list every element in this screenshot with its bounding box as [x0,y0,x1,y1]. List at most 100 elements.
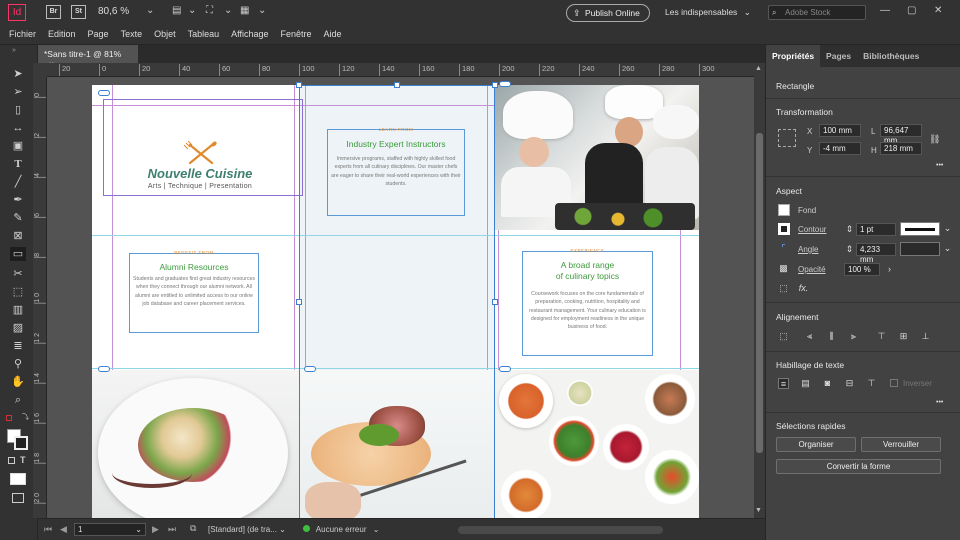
link-icon[interactable] [98,366,110,372]
frame-fitting-icon[interactable]: ⬚ [778,283,789,294]
vertical-ruler[interactable]: 0 2 4 6 8 1 0 1 2 1 4 1 6 1 8 2 0 [33,77,47,518]
rectangle-tool-icon[interactable]: ▭ [10,247,26,261]
scroll-down-icon[interactable]: ▼ [755,507,762,514]
menu-tableau[interactable]: Tableau [182,25,226,44]
selected-rectangle[interactable] [299,85,495,518]
group-button[interactable]: Organiser [776,437,856,452]
pasteboard[interactable]: Nouvelle Cuisine Arts | Technique | Pres… [47,77,754,518]
jump-object-icon[interactable]: ⊟ [844,378,855,389]
align-right-icon[interactable]: ⫸ [848,331,859,342]
selection-tool-icon[interactable]: ➤ [10,67,26,81]
opacity-label[interactable]: Opacité [798,265,826,274]
note-tool-icon[interactable]: ≣ [10,339,26,353]
food-photo-left[interactable] [92,370,299,518]
menu-fenetre[interactable]: Fenêtre [275,25,318,44]
stroke-label[interactable]: Contour [798,225,826,234]
rectangle-frame-tool-icon[interactable]: ⊠ [10,229,26,243]
zoom-tool-icon[interactable]: ⌕ [10,393,26,407]
ruler-origin[interactable] [33,63,47,77]
selection-handle[interactable] [492,299,498,305]
maximize-button[interactable]: ▢ [907,5,916,16]
swap-colors-icon[interactable]: ⤵ [22,412,29,422]
chevron-down-icon[interactable]: ⌄ [942,223,953,234]
menu-objet[interactable]: Objet [148,25,182,44]
reference-point-icon[interactable] [778,129,796,147]
corner-options-icon[interactable]: ⌜ [778,243,789,254]
screen-mode-icon[interactable]: ⛶ [206,5,213,16]
link-icon[interactable] [304,366,316,372]
opacity-field[interactable]: 100 % [844,263,880,276]
stroke-weight-field[interactable]: 1 pt [856,223,896,236]
workspace-switcher[interactable]: Les indispensables ⌄ [665,7,751,18]
previous-page-icon[interactable]: ◀ [60,524,67,535]
logo-frame[interactable] [103,99,303,196]
chevron-down-icon[interactable]: ⌄ [188,5,196,16]
jump-next-column-icon[interactable]: ⊤ [866,378,877,389]
publish-online-button[interactable]: ⇪ Publish Online [566,4,650,22]
scroll-up-icon[interactable]: ▲ [755,65,762,72]
zoom-level[interactable]: 80,6 % [98,6,129,17]
menu-texte[interactable]: Texte [115,25,149,44]
default-colors-icon[interactable] [6,415,12,421]
menu-edition[interactable]: Edition [42,25,82,44]
wrap-object-shape-icon[interactable]: ◙ [822,378,833,389]
selection-handle[interactable] [394,82,400,88]
type-tool-icon[interactable]: T [10,157,26,171]
align-top-icon[interactable]: ⊤ [876,331,887,342]
chevron-down-icon[interactable]: ⌄ [258,5,266,16]
invert-checkbox[interactable] [890,379,898,387]
link-icon[interactable] [499,81,511,87]
tab-pages[interactable]: Pages [820,45,857,67]
menu-affichage[interactable]: Affichage [225,25,274,44]
gradient-swatch-tool-icon[interactable]: ▥ [10,303,26,317]
tab-libraries[interactable]: Bibliothèques [857,45,925,67]
stepper-icon[interactable]: ⇕ [844,244,855,255]
free-transform-tool-icon[interactable]: ⬚ [10,285,26,299]
minimize-button[interactable]: — [880,5,890,16]
menu-aide[interactable]: Aide [318,25,348,44]
more-options[interactable]: ••• [936,399,943,406]
menu-fichier[interactable]: Fichier [0,25,42,44]
preflight-status[interactable]: Aucune erreur ⌄ [303,525,379,534]
vertical-scrollbar[interactable]: ▲ ▼ [754,63,765,518]
convert-shape-button[interactable]: Convertir la forme [776,459,941,474]
stroke-swatch[interactable] [14,436,28,450]
chefs-photo[interactable] [495,85,699,230]
eyedropper-tool-icon[interactable]: ⚲ [10,357,26,371]
document-tab[interactable]: *Sans titre-1 @ 81% × [38,45,138,69]
fill-swatch[interactable] [778,204,790,216]
more-options[interactable]: ••• [936,162,943,169]
chevron-down-icon[interactable]: ⌄ [224,5,232,16]
formatting-text-icon[interactable]: T [20,455,26,465]
horizontal-ruler[interactable]: 20 0 20 40 60 80 100 120 140 160 180 200… [47,63,754,77]
chevron-down-icon[interactable]: ⌄ [146,5,154,16]
align-middle-icon[interactable]: ⊞ [898,331,909,342]
content-collector-icon[interactable]: ▣ [10,139,26,153]
height-field[interactable]: 218 mm [880,142,922,155]
last-page-icon[interactable]: ⏭ [168,524,176,535]
screen-mode-icon[interactable] [12,493,24,503]
pen-tool-icon[interactable]: ✒ [10,193,26,207]
stock-search-input[interactable]: ⌕ Adobe Stock [768,5,866,20]
close-button[interactable]: ✕ [934,5,942,16]
tab-properties[interactable]: Propriétés [766,45,821,67]
arrange-documents-icon[interactable]: ▦ [240,5,249,16]
corner-size-field[interactable]: 4,233 mm [856,243,896,264]
stroke-swatch[interactable] [778,223,790,235]
lock-button[interactable]: Verrouiller [861,437,941,452]
next-page-icon[interactable]: ▶ [152,524,159,535]
selection-handle[interactable] [296,299,302,305]
corner-shape-dropdown[interactable] [900,242,940,256]
wrap-bounding-box-icon[interactable]: ▤ [800,378,811,389]
view-options-icon[interactable]: ▤ [172,5,181,16]
selection-handle[interactable] [296,82,302,88]
scissors-tool-icon[interactable]: ✂ [10,267,26,281]
no-wrap-icon[interactable]: ≡ [778,378,789,389]
bridge-button[interactable]: Br [46,5,61,19]
y-field[interactable]: -4 mm [819,142,861,155]
align-center-icon[interactable]: ⫼ [826,331,837,342]
chevron-right-icon[interactable]: › [884,264,895,275]
master-page-selector[interactable]: [Standard] (de tra... ⌄ [208,525,286,534]
menu-page[interactable]: Page [82,25,115,44]
gradient-feather-tool-icon[interactable]: ▨ [10,321,26,335]
